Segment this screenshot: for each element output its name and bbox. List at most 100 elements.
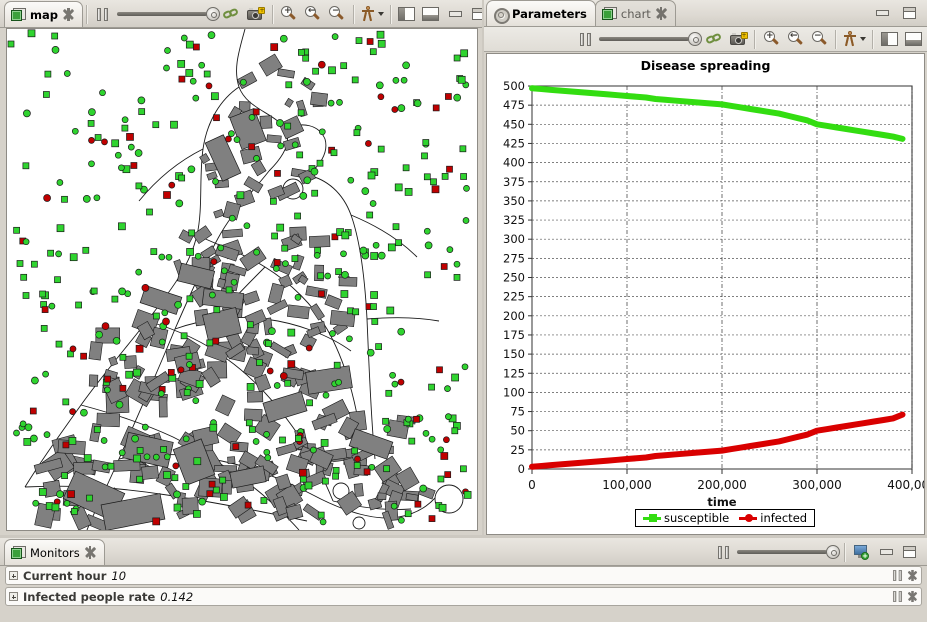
agent-susceptible (370, 291, 378, 299)
refresh-slider[interactable] (735, 545, 840, 559)
monitor-row[interactable]: Infected people rate 0.142 (5, 587, 922, 606)
layout-side-icon (880, 32, 898, 46)
maximize-chart-button[interactable] (897, 3, 921, 24)
tab-monitors[interactable]: Monitors (4, 539, 105, 565)
building (324, 294, 343, 310)
agent-susceptible (395, 239, 402, 247)
maximize-monitors-button[interactable] (897, 542, 921, 563)
agent-susceptible (173, 490, 181, 499)
building (277, 68, 296, 79)
agent-infected (212, 337, 220, 345)
agent-susceptible (310, 167, 319, 176)
agent-susceptible (282, 260, 289, 267)
toolbar-separator (835, 29, 836, 49)
agent-susceptible (186, 295, 194, 303)
pause-monitors-button[interactable] (711, 542, 735, 563)
close-icon[interactable] (908, 569, 917, 582)
monitors-toolbar-area: + (104, 539, 927, 565)
agent-susceptible (322, 391, 330, 399)
agent-susceptible (143, 453, 151, 461)
minimize-chart-button[interactable] (869, 3, 893, 24)
agent-infected (210, 258, 218, 265)
zoom-fit-button[interactable]: ← (301, 4, 325, 25)
y-tick-label: 225 (503, 290, 525, 304)
pause-icon[interactable] (892, 570, 903, 581)
agent-susceptible (185, 352, 193, 360)
legend-label-infected: infected (760, 511, 808, 525)
tab-chart[interactable]: chart (594, 0, 676, 26)
chart-legend: susceptible infected (635, 509, 816, 527)
layout-bottom-button[interactable] (419, 4, 443, 25)
agents-menu-button[interactable] (358, 4, 386, 25)
agent-infected (119, 384, 127, 392)
add-monitor-button[interactable]: + (849, 542, 873, 563)
expand-icon[interactable] (9, 571, 18, 580)
close-icon[interactable] (85, 546, 96, 559)
agent-infected (208, 480, 216, 488)
building (284, 97, 294, 108)
synchronize-views-button[interactable] (702, 29, 726, 50)
agent-susceptible (461, 363, 469, 371)
layout-side-button[interactable] (395, 4, 419, 25)
zoom-in-button[interactable]: + (277, 4, 301, 25)
agent-susceptible (86, 494, 93, 502)
agent-susceptible (212, 486, 220, 494)
building (278, 115, 305, 140)
take-snapshot-button[interactable]: + (244, 4, 268, 25)
agent-susceptible (377, 251, 386, 260)
map-simulation-canvas[interactable] (6, 28, 478, 531)
pause-icon[interactable] (892, 591, 903, 602)
agent-infected (299, 468, 307, 477)
speed-slider[interactable] (597, 32, 702, 46)
synchronize-views-button[interactable] (220, 4, 244, 25)
agent-infected (248, 143, 256, 151)
zoom-fit-icon: ← (304, 6, 321, 22)
map-svg (7, 29, 472, 530)
zoom-in-button[interactable]: + (759, 29, 783, 50)
building (239, 246, 267, 272)
slider-knob[interactable] (826, 545, 840, 559)
agent-susceptible (355, 37, 363, 44)
agent-susceptible (453, 260, 461, 268)
pause-simulation-button[interactable] (573, 29, 597, 50)
agent-susceptible (327, 99, 335, 107)
tab-map[interactable]: map (4, 1, 83, 27)
agent-susceptible (281, 244, 289, 252)
agent-susceptible (313, 252, 321, 259)
pause-simulation-button[interactable] (91, 4, 115, 25)
layout-bottom-button[interactable] (901, 29, 925, 50)
agent-infected (431, 185, 440, 194)
zoom-out-button[interactable]: − (325, 4, 349, 25)
toolbar-separator (389, 4, 391, 24)
minimize-monitors-button[interactable] (873, 542, 897, 563)
agent-susceptible (236, 191, 245, 200)
agents-menu-button[interactable] (840, 29, 868, 50)
tab-map-label: map (30, 7, 58, 22)
agent-infected (273, 259, 281, 266)
layout-side-button[interactable] (877, 29, 901, 50)
zoom-fit-button[interactable]: ← (783, 29, 807, 50)
agent-susceptible (43, 91, 50, 98)
zoom-out-button[interactable]: − (807, 29, 831, 50)
monitor-row[interactable]: Current hour 10 (5, 566, 922, 585)
monitor-list: Current hour 10 Infected people rate 0.142 (5, 566, 922, 608)
agent-susceptible (377, 145, 385, 153)
take-snapshot-button[interactable]: + (726, 29, 750, 50)
close-icon[interactable] (656, 7, 667, 20)
minimize-map-button[interactable] (443, 4, 467, 25)
agent-susceptible (287, 328, 296, 337)
agent-susceptible (114, 151, 122, 159)
map-toolbar-area: + + ← − (82, 1, 495, 27)
slider-knob[interactable] (205, 7, 220, 21)
agent-susceptible (135, 182, 143, 190)
agent-susceptible (422, 430, 430, 437)
chart-canvas[interactable]: Disease spreading 0 25 50 75 100 125 150 175 200… (486, 53, 925, 535)
slider-knob[interactable] (688, 32, 702, 46)
close-icon[interactable] (908, 590, 917, 603)
road-path (138, 148, 204, 202)
tab-parameters[interactable]: Parameters (486, 0, 596, 26)
speed-slider[interactable] (115, 7, 220, 21)
close-icon[interactable] (63, 8, 74, 21)
agent-susceptible (385, 389, 393, 397)
expand-icon[interactable] (9, 592, 18, 601)
